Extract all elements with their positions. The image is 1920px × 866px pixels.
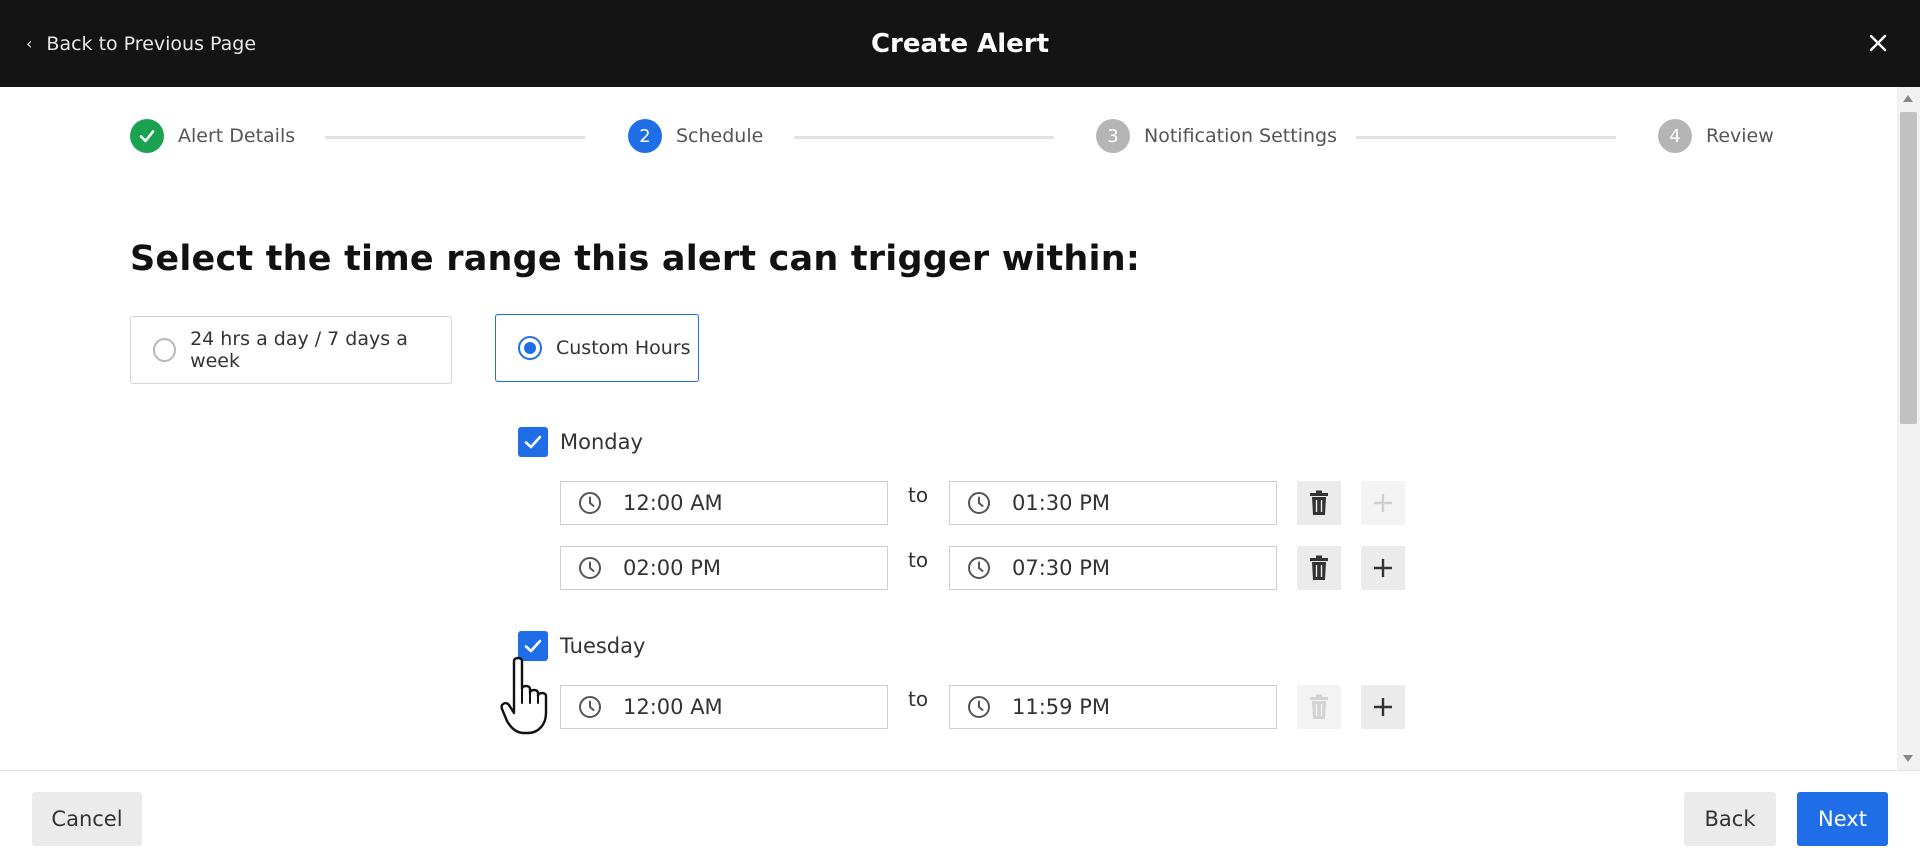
time-value: 02:00 PM — [623, 556, 721, 580]
step-number: 3 — [1096, 119, 1130, 153]
time-value: 12:00 AM — [623, 695, 723, 719]
add-range-button[interactable] — [1361, 546, 1405, 590]
add-range-button[interactable] — [1361, 685, 1405, 729]
radio-button[interactable] — [153, 338, 177, 362]
page-title: Create Alert — [870, 28, 1050, 59]
back-button[interactable]: Back — [1684, 792, 1776, 846]
vertical-scrollbar[interactable] — [1897, 87, 1920, 770]
day-label: Monday — [560, 430, 643, 454]
header-bar: ‹ Back to Previous Page Create Alert — [0, 0, 1920, 87]
day-tuesday: Tuesday — [518, 631, 645, 661]
option-24-7[interactable]: 24 hrs a day / 7 days a week — [130, 316, 452, 384]
end-time-input[interactable]: 01:30 PM — [949, 481, 1277, 525]
trash-icon — [1310, 490, 1328, 515]
schedule-heading: Select the time range this alert can tri… — [130, 239, 1141, 279]
scroll-down-arrow-icon[interactable] — [1903, 755, 1913, 762]
tuesday-checkbox[interactable] — [518, 631, 548, 661]
trash-icon — [1310, 555, 1328, 580]
step-notification-settings: 3 Notification Settings — [1096, 119, 1337, 153]
content-area: Alert Details 2 Schedule 3 Notification … — [0, 87, 1897, 770]
next-button[interactable]: Next — [1797, 792, 1888, 846]
cancel-button[interactable]: Cancel — [32, 792, 142, 846]
step-connector — [1356, 136, 1616, 139]
day-monday: Monday — [518, 427, 643, 457]
trash-icon — [1310, 694, 1328, 719]
plus-icon — [1374, 698, 1392, 716]
step-label: Notification Settings — [1144, 125, 1337, 147]
plus-icon — [1374, 559, 1392, 577]
clock-icon — [968, 696, 990, 718]
step-label: Alert Details — [178, 125, 296, 147]
clock-icon — [579, 492, 601, 514]
step-connector — [794, 136, 1054, 139]
scroll-up-arrow-icon[interactable] — [1903, 95, 1913, 102]
to-label: to — [908, 548, 929, 572]
check-icon — [524, 435, 542, 449]
step-number: 2 — [628, 119, 662, 153]
time-value: 11:59 PM — [1012, 695, 1110, 719]
checkmark-icon — [130, 119, 164, 153]
start-time-input[interactable]: 12:00 AM — [560, 685, 888, 729]
day-label: Tuesday — [560, 634, 646, 658]
start-time-input[interactable]: 02:00 PM — [560, 546, 888, 590]
radio-button-selected[interactable] — [518, 336, 542, 360]
clock-icon — [579, 696, 601, 718]
time-value: 12:00 AM — [623, 491, 723, 515]
monday-checkbox[interactable] — [518, 427, 548, 457]
plus-icon — [1374, 494, 1392, 512]
clock-icon — [968, 492, 990, 514]
end-time-input[interactable]: 11:59 PM — [949, 685, 1277, 729]
to-label: to — [908, 483, 929, 507]
step-review: 4 Review — [1658, 119, 1774, 153]
progress-stepper: Alert Details 2 Schedule 3 Notification … — [130, 119, 1774, 155]
start-time-input[interactable]: 12:00 AM — [560, 481, 888, 525]
step-schedule: 2 Schedule — [628, 119, 763, 153]
check-icon — [524, 639, 542, 653]
option-label: Custom Hours — [556, 337, 691, 359]
clock-icon — [968, 557, 990, 579]
delete-range-button[interactable] — [1297, 685, 1341, 729]
option-custom-hours[interactable]: Custom Hours — [495, 314, 699, 382]
end-time-input[interactable]: 07:30 PM — [949, 546, 1277, 590]
time-value: 07:30 PM — [1012, 556, 1110, 580]
delete-range-button[interactable] — [1297, 546, 1341, 590]
scroll-thumb[interactable] — [1900, 112, 1917, 424]
clock-icon — [579, 557, 601, 579]
time-value: 01:30 PM — [1012, 491, 1110, 515]
delete-range-button[interactable] — [1297, 481, 1341, 525]
step-label: Review — [1706, 125, 1774, 147]
step-number: 4 — [1658, 119, 1692, 153]
step-connector — [325, 136, 585, 139]
to-label: to — [908, 687, 929, 711]
close-icon[interactable] — [1862, 27, 1894, 59]
add-range-button[interactable] — [1361, 481, 1405, 525]
step-label: Schedule — [676, 125, 764, 147]
footer-bar: Cancel Back Next — [0, 770, 1920, 866]
option-label: 24 hrs a day / 7 days a week — [190, 328, 408, 372]
step-alert-details: Alert Details — [130, 119, 295, 153]
